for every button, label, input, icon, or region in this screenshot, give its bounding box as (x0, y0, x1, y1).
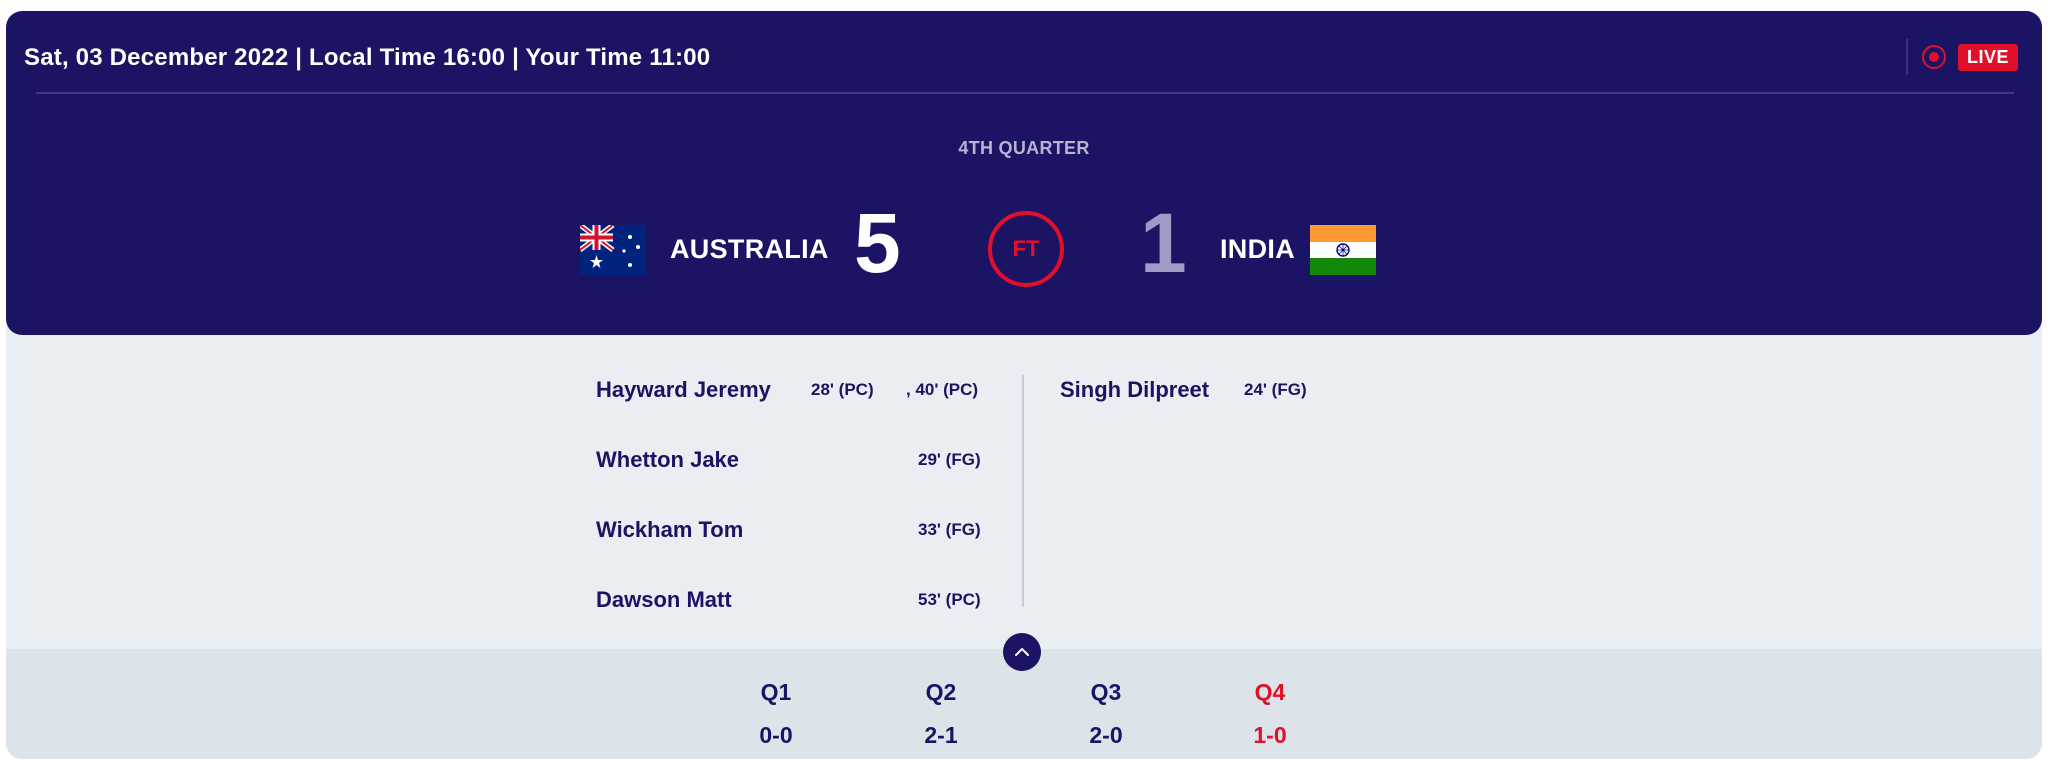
scorer-name[interactable]: Singh Dilpreet (1060, 377, 1209, 403)
quarter-score: 2-0 (1089, 722, 1123, 748)
quarter-label: Q4 (1254, 679, 1286, 705)
australia-flag-icon (580, 225, 646, 275)
scorer-goal-time: 24' (FG) (1244, 380, 1307, 399)
scorer-name[interactable]: Dawson Matt (596, 587, 732, 613)
scorer-name[interactable]: Wickham Tom (596, 517, 743, 543)
scorer-goal-time: 53' (PC) (918, 590, 981, 609)
collapse-scorers-button[interactable] (1003, 633, 1041, 671)
live-record-icon (1921, 45, 1946, 69)
away-team-score: 1 (1140, 196, 1187, 290)
scorer-name[interactable]: Whetton Jake (596, 447, 739, 473)
match-header: Sat, 03 December 2022 | Local Time 16:00… (6, 11, 2042, 335)
scorers-divider (1022, 375, 1024, 607)
match-status-badge: FT (988, 211, 1064, 287)
live-badge[interactable]: LIVE (1957, 43, 2018, 71)
quarter-label: Q1 (760, 679, 792, 705)
scorer-goal-time: 33' (FG) (918, 520, 981, 539)
header-divider (36, 92, 2014, 94)
scorer-goal-time: 29' (FG) (918, 450, 981, 469)
scorer-goal-time: , 40' (PC) (906, 380, 979, 399)
match-datetime: Sat, 03 December 2022 | Local Time 16:00… (24, 44, 711, 71)
scorers-panel: Hayward Jeremy 28' (PC) , 40' (PC) Whett… (6, 335, 2042, 659)
live-separator (1905, 39, 1908, 75)
quarter-label: Q2 (925, 679, 957, 705)
india-flag-icon (1310, 225, 1376, 275)
quarter-score: 0-0 (759, 722, 793, 748)
home-team-name[interactable]: AUSTRALIA (670, 234, 829, 265)
match-card: Sat, 03 December 2022 | Local Time 16:00… (6, 11, 2042, 759)
live-indicator[interactable]: LIVE (1905, 39, 2018, 75)
chevron-up-icon (1015, 648, 1029, 656)
match-period: 4TH QUARTER (958, 138, 1090, 158)
quarter-label: Q3 (1090, 679, 1122, 705)
home-team-score: 5 (854, 196, 901, 290)
scorer-name[interactable]: Hayward Jeremy (596, 377, 771, 403)
quarter-score: 2-1 (924, 722, 958, 748)
scorer-goal-time: 28' (PC) (811, 380, 874, 399)
quarter-score: 1-0 (1253, 722, 1287, 748)
away-team-name[interactable]: INDIA (1220, 234, 1295, 265)
